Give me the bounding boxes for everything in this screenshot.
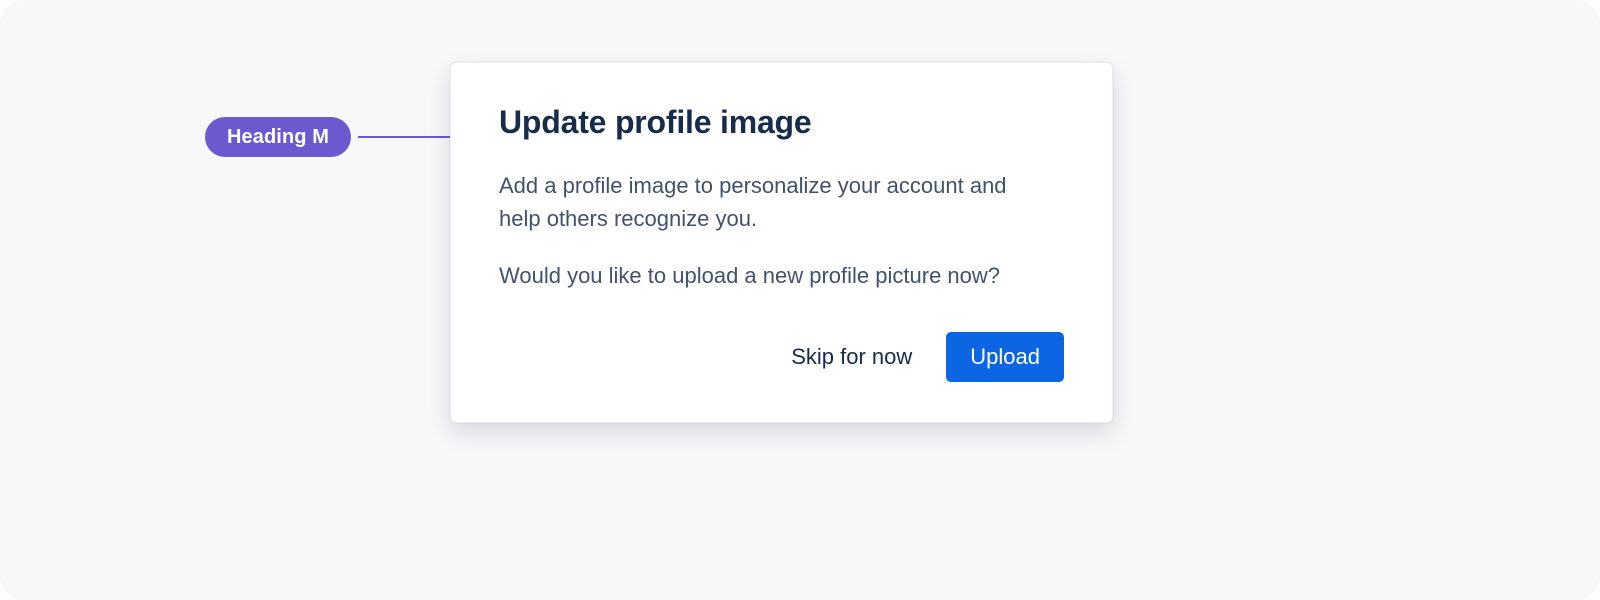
design-canvas: Heading M Update profile image Add a pro… xyxy=(0,0,1600,600)
annotation-connector-line xyxy=(358,136,460,138)
dialog-actions: Skip for now Upload xyxy=(499,332,1064,382)
annotation-pill: Heading M xyxy=(205,117,351,157)
upload-button[interactable]: Upload xyxy=(946,332,1064,382)
skip-button[interactable]: Skip for now xyxy=(783,332,920,382)
dialog-card: Update profile image Add a profile image… xyxy=(450,62,1113,423)
dialog-title: Update profile image xyxy=(499,103,1064,141)
dialog-body-1: Add a profile image to personalize your … xyxy=(499,169,1039,235)
annotation-label: Heading M xyxy=(227,117,329,157)
dialog-body-2: Would you like to upload a new profile p… xyxy=(499,259,1039,292)
